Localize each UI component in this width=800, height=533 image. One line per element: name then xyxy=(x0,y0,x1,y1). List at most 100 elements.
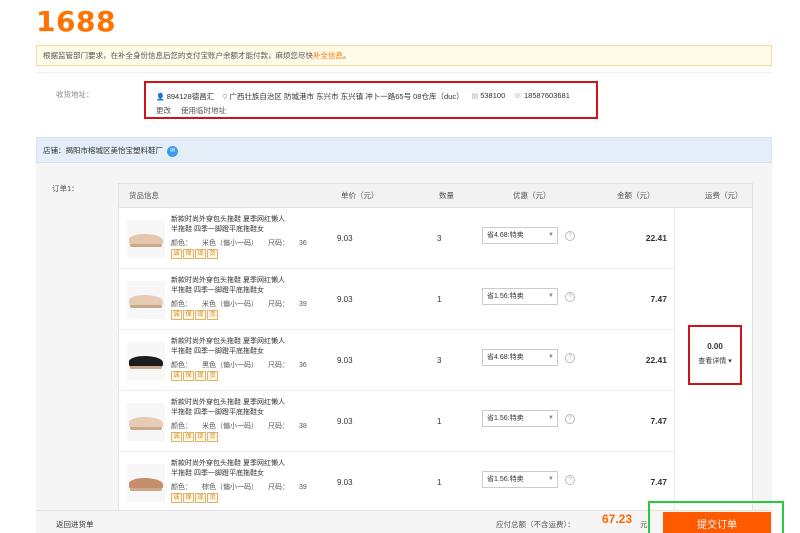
discount-select[interactable]: 省1.56:特卖 ▼ xyxy=(482,471,558,488)
address-label: 收货地址： xyxy=(56,90,94,99)
discount-value: 省1.56:特卖 xyxy=(487,476,524,483)
shoe-sole xyxy=(130,488,162,491)
shoe-sole xyxy=(130,244,162,247)
shipping-highlight: 0.00 查看详情 ▾ xyxy=(688,325,742,385)
discount-select[interactable]: 省1.56:特卖 ▼ xyxy=(482,410,558,427)
unit-price: 9.03 xyxy=(337,478,353,487)
shipping-column: 0.00 查看详情 ▾ xyxy=(674,208,752,512)
header-shipping: 运费（元） xyxy=(705,191,743,200)
discount-value: 省1.56:特卖 xyxy=(487,293,524,300)
color-value: 米色（偏小一码） xyxy=(202,423,258,430)
phone: ☏ 18587603681 xyxy=(513,91,570,102)
help-icon[interactable]: ? xyxy=(565,292,575,302)
wangwang-chat-icon[interactable]: ✉ xyxy=(167,145,178,157)
recipient: 👤 894128德昌汇 xyxy=(156,91,214,102)
chevron-down-icon: ▼ xyxy=(548,415,554,421)
color-value: 棕色（偏小一码） xyxy=(202,484,258,491)
table-row: 新款时尚外穿包头拖鞋 夏季网红懒人半拖鞋 四季一脚蹬平底拖鞋女颜色： 米色（偏小一… xyxy=(119,208,674,269)
spec-size: 尺码： 38 xyxy=(268,423,307,430)
product-specs: 颜色： 米色（偏小一码） 尺码： 36 xyxy=(171,238,307,248)
discount-select[interactable]: 省4.68:特卖 ▼ xyxy=(482,227,558,244)
service-badges: 诚保现货 xyxy=(171,249,218,259)
logo-1688[interactable]: 1688 xyxy=(36,5,116,38)
color-label: 颜色： xyxy=(171,240,192,247)
chevron-down-icon: ▼ xyxy=(548,293,554,299)
address-region: 广西壮族自治区 防城港市 东兴市 东兴镇 冲卜一路65号 08仓库（duc） xyxy=(229,92,464,101)
table-row: 新款时尚外穿包头拖鞋 夏季网红懒人半拖鞋 四季一脚蹬平底拖鞋女颜色： 米色（偏小一… xyxy=(119,269,674,330)
product-thumbnail[interactable] xyxy=(127,403,165,441)
change-address-link[interactable]: 更改 xyxy=(156,105,171,116)
service-badges: 诚保现货 xyxy=(171,432,218,442)
product-title[interactable]: 新款时尚外穿包头拖鞋 夏季网红懒人半拖鞋 四季一脚蹬平底拖鞋女 xyxy=(171,459,291,479)
phone-icon: ☏ xyxy=(513,93,523,100)
discount-value: 省1.56:特卖 xyxy=(487,415,524,422)
back-to-cart-link[interactable]: 返回进货单 xyxy=(56,519,94,530)
size-label: 尺码： xyxy=(268,362,289,369)
service-badge-icon: 保 xyxy=(183,310,194,320)
size-value: 39 xyxy=(299,484,307,491)
service-badge-icon: 保 xyxy=(183,249,194,259)
spec-color: 颜色： 米色（偏小一码） xyxy=(171,301,258,308)
discount-value: 省4.68:特卖 xyxy=(487,354,524,361)
quantity: 3 xyxy=(437,356,442,365)
order-table: 货品信息 单价（元） 数量 优惠（元） 金额（元） 运费（元） 新款时尚外穿包头… xyxy=(118,183,753,513)
total-label: 应付总额（不含运费）： xyxy=(496,520,575,529)
identity-notice-banner: 根据监管部门要求，在补全身份信息后您的支付宝账户余额才能付款，麻烦您尽快补全信息… xyxy=(36,45,772,66)
discount-select[interactable]: 省1.56:特卖 ▼ xyxy=(482,288,558,305)
complete-info-link[interactable]: 补全信息 xyxy=(313,51,343,60)
shoe-sole xyxy=(130,427,162,430)
unit-price: 9.03 xyxy=(337,356,353,365)
address-actions: 更改 使用临时地址 xyxy=(156,105,226,116)
product-thumbnail[interactable] xyxy=(127,464,165,502)
shop-bar: 店铺：揭阳市榕城区美怡宝塑料鞋厂 ✉ xyxy=(36,137,772,163)
size-value: 36 xyxy=(299,362,307,369)
product-thumbnail[interactable] xyxy=(127,281,165,319)
header-price: 单价（元） xyxy=(341,191,379,200)
spec-color: 颜色： 米色（偏小一码） xyxy=(171,240,258,247)
color-label: 颜色： xyxy=(171,423,192,430)
temp-address-link[interactable]: 使用临时地址 xyxy=(181,105,226,116)
recipient-name: 894128德昌汇 xyxy=(166,92,215,101)
service-badge-icon: 诚 xyxy=(171,310,182,320)
color-value: 黑色（偏小一码） xyxy=(202,362,258,369)
service-badge-icon: 货 xyxy=(207,310,218,320)
service-badge-icon: 货 xyxy=(207,249,218,259)
size-value: 39 xyxy=(299,301,307,308)
chevron-down-icon: ▼ xyxy=(548,232,554,238)
color-value: 米色（偏小一码） xyxy=(202,301,258,308)
product-thumbnail[interactable] xyxy=(127,342,165,380)
notice-text: 根据监管部门要求，在补全身份信息后您的支付宝账户余额才能付款，麻烦您尽快 xyxy=(43,51,313,60)
color-label: 颜色： xyxy=(171,301,192,308)
product-title[interactable]: 新款时尚外穿包头拖鞋 夏季网红懒人半拖鞋 四季一脚蹬平底拖鞋女 xyxy=(171,276,291,296)
product-thumbnail[interactable] xyxy=(127,220,165,258)
help-icon[interactable]: ? xyxy=(565,414,575,424)
person-icon: 👤 xyxy=(156,94,165,101)
spec-size: 尺码： 36 xyxy=(268,240,307,247)
color-value: 米色（偏小一码） xyxy=(202,240,258,247)
address-phone: 18587603681 xyxy=(524,91,570,100)
product-title[interactable]: 新款时尚外穿包头拖鞋 夏季网红懒人半拖鞋 四季一脚蹬平底拖鞋女 xyxy=(171,398,291,418)
service-badge-icon: 现 xyxy=(195,249,206,259)
size-label: 尺码： xyxy=(268,423,289,430)
discount-select[interactable]: 省4.68:特卖 ▼ xyxy=(482,349,558,366)
product-title[interactable]: 新款时尚外穿包头拖鞋 夏季网红懒人半拖鞋 四季一脚蹬平底拖鞋女 xyxy=(171,215,291,235)
shipping-address-section: 收货地址： 👤 894128德昌汇 ⚲ 广西壮族自治区 防城港市 东兴市 东兴镇 冲… xyxy=(36,72,772,126)
quantity: 1 xyxy=(437,478,442,487)
help-icon[interactable]: ? xyxy=(565,475,575,485)
product-title[interactable]: 新款时尚外穿包头拖鞋 夏季网红懒人半拖鞋 四季一脚蹬平底拖鞋女 xyxy=(171,337,291,357)
service-badge-icon: 货 xyxy=(207,432,218,442)
help-icon[interactable]: ? xyxy=(565,353,575,363)
shipping-detail-link[interactable]: 查看详情 ▾ xyxy=(690,356,740,366)
service-badge-icon: 诚 xyxy=(171,371,182,381)
line-amount: 22.41 xyxy=(645,355,667,365)
line-amount: 22.41 xyxy=(645,233,667,243)
shop-name[interactable]: 店铺：揭阳市榕城区美怡宝塑料鞋厂 xyxy=(43,146,163,155)
product-specs: 颜色： 米色（偏小一码） 尺码： 39 xyxy=(171,299,307,309)
service-badge-icon: 保 xyxy=(183,432,194,442)
color-label: 颜色： xyxy=(171,484,192,491)
submit-order-button[interactable]: 提交订单 xyxy=(663,512,771,533)
postcode-icon: ▤ xyxy=(471,93,479,100)
quantity: 3 xyxy=(437,234,442,243)
help-icon[interactable]: ? xyxy=(565,231,575,241)
service-badges: 诚保现货 xyxy=(171,371,218,381)
